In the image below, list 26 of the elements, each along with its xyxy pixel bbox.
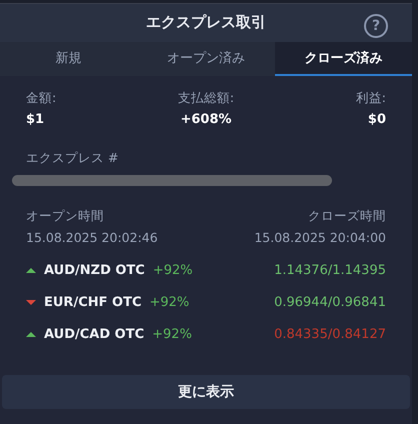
summary-label: 金額: (26, 90, 56, 107)
tab[interactable]: クローズ済み (274, 42, 412, 76)
payout-percent: +92% (152, 327, 192, 342)
summary-label: 支払総額: (178, 90, 234, 107)
help-button[interactable]: ? (364, 14, 388, 38)
close-time-label: クローズ時間 (308, 208, 386, 225)
price-range: 0.84335/0.84127 (274, 327, 386, 342)
open-time-label: オープン時間 (26, 208, 104, 225)
price-range: 0.96944/0.96841 (274, 295, 386, 310)
summary-value: $1 (26, 112, 44, 127)
asset-pair: EUR/CHF OTC (44, 295, 142, 310)
summary-value: +608% (180, 112, 232, 127)
open-time-value: 15.08.2025 20:02:46 (26, 230, 158, 245)
asset-pair: AUD/NZD OTC (44, 263, 145, 278)
asset-pair: AUD/CAD OTC (44, 327, 144, 342)
show-more-button[interactable]: 更に表示 (2, 374, 410, 409)
summary-label: 利益: (356, 90, 386, 107)
payout-percent: +92% (149, 295, 190, 310)
express-label: エクスプレス # (26, 150, 118, 165)
close-time-value: 15.08.2025 20:04:00 (254, 230, 386, 245)
tab[interactable]: オープン済み (137, 42, 275, 76)
window-title: エクスプレス取引 (146, 13, 266, 32)
tab[interactable]: 新規 (0, 42, 138, 76)
price-range: 1.14376/1.14395 (274, 263, 386, 278)
summary-value: $0 (368, 112, 386, 127)
payout-percent: +92% (152, 263, 193, 278)
